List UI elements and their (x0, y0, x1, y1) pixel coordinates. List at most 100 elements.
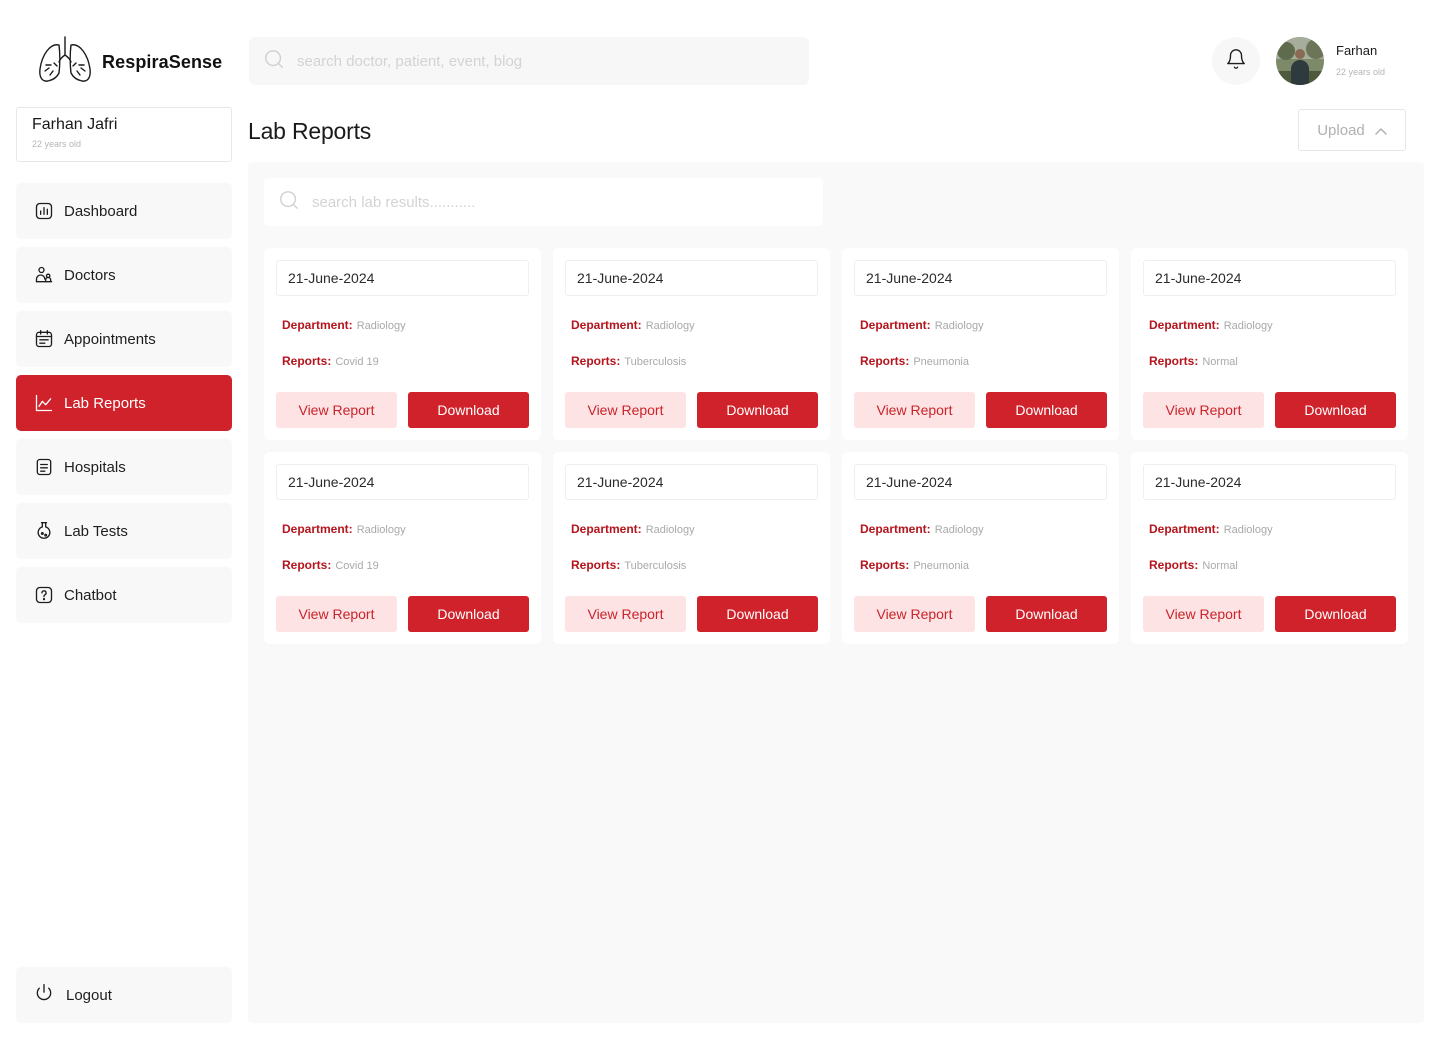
department-row: Department: Radiology (1149, 522, 1273, 536)
view-report-button[interactable]: View Report (565, 596, 686, 632)
sidebar-item-chatbot[interactable]: Chatbot (16, 567, 232, 623)
sidebar-item-label: Hospitals (64, 458, 126, 476)
department-value: Radiology (934, 320, 984, 332)
sidebar-item-hospitals[interactable]: Hospitals (16, 439, 232, 495)
search-icon (278, 189, 300, 216)
report-card: 21-June-2024 Department: Radiology Report… (553, 452, 830, 644)
reports-key: Reports: (1149, 354, 1199, 368)
department-key: Department: (282, 318, 353, 332)
sidebar-item-label: Doctors (64, 266, 116, 284)
department-row: Department: Radiology (282, 318, 406, 332)
sidebar-nav: Dashboard Doctors Appointments Lab Repor… (16, 183, 232, 631)
download-button[interactable]: Download (1275, 596, 1396, 632)
line-chart-icon (34, 393, 54, 413)
profile-name: Farhan Jafri (32, 116, 118, 133)
reports-key: Reports: (571, 558, 621, 572)
view-report-button[interactable]: View Report (1143, 392, 1264, 428)
report-card: 21-June-2024 Department: Radiology Report… (842, 452, 1119, 644)
brand-logo[interactable]: RespiraSense (36, 35, 223, 90)
report-card: 21-June-2024 Department: Radiology Report… (1131, 452, 1408, 644)
view-report-button[interactable]: View Report (854, 596, 975, 632)
search-icon (263, 48, 285, 75)
sidebar-item-lab-reports[interactable]: Lab Reports (16, 375, 232, 431)
report-date: 21-June-2024 (276, 464, 529, 500)
global-search-input[interactable] (297, 52, 777, 70)
help-icon (34, 585, 54, 605)
bell-icon (1225, 48, 1247, 75)
download-button[interactable]: Download (986, 596, 1107, 632)
sidebar-item-lab-tests[interactable]: Lab Tests (16, 503, 232, 559)
view-report-button[interactable]: View Report (854, 392, 975, 428)
sidebar-item-label: Chatbot (64, 586, 117, 604)
department-key: Department: (1149, 522, 1220, 536)
sidebar-item-doctors[interactable]: Doctors (16, 247, 232, 303)
reports-row: Reports: Pneumonia (860, 558, 969, 572)
department-value: Radiology (934, 524, 984, 536)
download-button[interactable]: Download (697, 596, 818, 632)
doctor-icon (34, 265, 54, 285)
flask-icon (34, 521, 54, 541)
upload-button[interactable]: Upload (1298, 109, 1406, 151)
department-key: Department: (571, 318, 642, 332)
profile-age: 22 years old (32, 139, 82, 149)
department-value: Radiology (1223, 524, 1273, 536)
download-button[interactable]: Download (986, 392, 1107, 428)
department-row: Department: Radiology (571, 522, 695, 536)
department-row: Department: Radiology (1149, 318, 1273, 332)
user-name: Farhan (1336, 43, 1378, 58)
logout-button[interactable]: Logout (16, 967, 232, 1023)
view-report-button[interactable]: View Report (276, 596, 397, 632)
department-value: Radiology (356, 320, 406, 332)
reports-value: Covid 19 (335, 356, 379, 368)
avatar[interactable] (1276, 37, 1324, 85)
reports-row: Reports: Covid 19 (282, 558, 379, 572)
download-button[interactable]: Download (408, 596, 529, 632)
reports-key: Reports: (282, 354, 332, 368)
department-value: Radiology (645, 524, 695, 536)
department-value: Radiology (1223, 320, 1273, 332)
report-date: 21-June-2024 (565, 464, 818, 500)
logout-label: Logout (66, 986, 112, 1004)
view-report-button[interactable]: View Report (276, 392, 397, 428)
department-key: Department: (282, 522, 353, 536)
brand-name: RespiraSense (102, 51, 223, 72)
reports-key: Reports: (860, 354, 910, 368)
reports-row: Reports: Tuberculosis (571, 354, 686, 368)
department-key: Department: (860, 522, 931, 536)
reports-row: Reports: Covid 19 (282, 354, 379, 368)
download-button[interactable]: Download (408, 392, 529, 428)
department-key: Department: (860, 318, 931, 332)
profile-card[interactable]: Farhan Jafri 22 years old (16, 107, 232, 162)
reports-value: Normal (1202, 356, 1238, 368)
document-icon (34, 457, 54, 477)
calendar-icon (34, 329, 54, 349)
sidebar-item-label: Appointments (64, 330, 156, 348)
report-date: 21-June-2024 (1143, 260, 1396, 296)
download-button[interactable]: Download (1275, 392, 1396, 428)
sidebar-item-dashboard[interactable]: Dashboard (16, 183, 232, 239)
lungs-icon (36, 35, 94, 90)
lab-reports-panel: 21-June-2024 Department:Radiology Report… (248, 162, 1424, 1023)
reports-key: Reports: (1149, 558, 1199, 572)
reports-value: Covid 19 (335, 560, 379, 572)
report-date: 21-June-2024 (276, 260, 529, 296)
reports-row: Reports: Normal (1149, 558, 1238, 572)
sidebar-item-label: Lab Reports (64, 394, 146, 412)
reports-value: Pneumonia (913, 560, 969, 572)
department-row: Department: Radiology (571, 318, 695, 332)
lab-search-input[interactable] (312, 193, 792, 211)
download-button[interactable]: Download (697, 392, 818, 428)
view-report-button[interactable]: View Report (565, 392, 686, 428)
department-value: Radiology (356, 524, 406, 536)
report-date: 21-June-2024 (565, 260, 818, 296)
report-card: 21-June-2024 Department: Radiology Report… (264, 248, 541, 440)
view-report-button[interactable]: View Report (1143, 596, 1264, 632)
sidebar-item-appointments[interactable]: Appointments (16, 311, 232, 367)
report-card: 21-June-2024 Department: Radiology Report… (264, 452, 541, 644)
notifications-button[interactable] (1212, 37, 1260, 85)
reports-key: Reports: (860, 558, 910, 572)
report-card: 21-June-2024 Department: Radiology Report… (842, 248, 1119, 440)
department-key: Department: (1149, 318, 1220, 332)
department-value: Radiology (645, 320, 695, 332)
department-row: Department: Radiology (860, 318, 984, 332)
